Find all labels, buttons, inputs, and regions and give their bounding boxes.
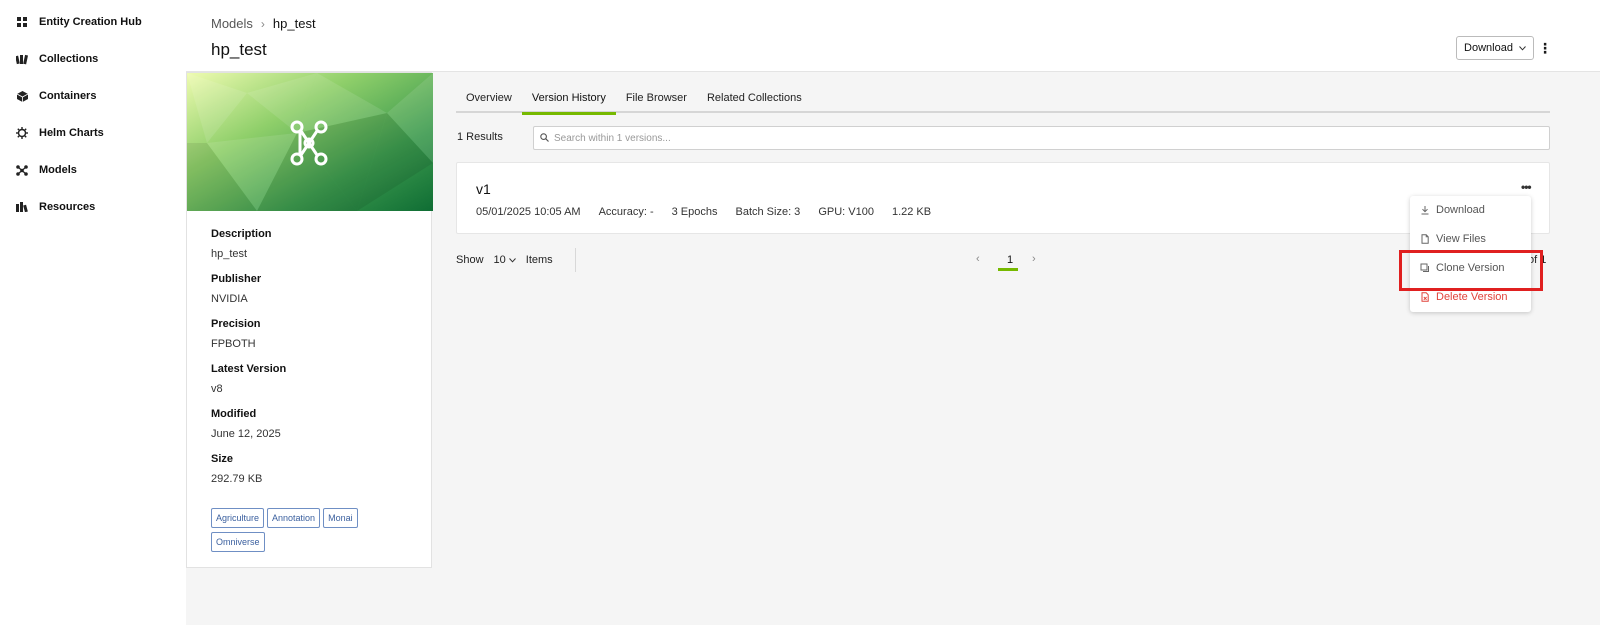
description-label: Description [211,228,272,240]
version-date: 05/01/2025 10:05 AM [476,206,581,218]
latest-version-label: Latest Version [211,363,287,375]
delete-icon [1420,292,1430,302]
sidebar-item-resources[interactable]: Resources [16,197,95,217]
search-box[interactable] [533,126,1550,150]
helm-icon [16,127,28,139]
sidebar-item-containers[interactable]: Containers [16,86,96,106]
sidebar-item-label: Helm Charts [39,127,104,139]
tag[interactable]: Omniverse [211,532,265,552]
size-value: 292.79 KB [211,473,263,485]
resources-icon [16,201,28,213]
sidebar-item-helm-charts[interactable]: Helm Charts [16,123,104,143]
version-metadata: 05/01/2025 10:05 AM Accuracy: - 3 Epochs… [476,206,931,218]
tab-overview[interactable]: Overview [456,86,522,113]
search-input[interactable] [554,132,1454,144]
latest-version-value: v8 [211,383,223,395]
sidebar-item-label: Containers [39,90,97,102]
items-label: Items [525,254,553,266]
chevron-down-icon [1519,42,1526,54]
menu-item-label: Download [1436,204,1485,216]
sidebar-item-collections[interactable]: Collections [16,49,98,69]
menu-item-label: View Files [1436,233,1486,245]
breadcrumb-current: hp_test [272,16,316,31]
tag[interactable]: Annotation [267,508,321,528]
publisher-value: NVIDIA [211,293,248,305]
breadcrumb-parent-link[interactable]: Models [211,16,253,31]
model-details: Description hp_test Publisher NVIDIA Pre… [211,228,421,498]
file-icon [1420,234,1430,244]
menu-item-view-files[interactable]: View Files [1420,229,1486,249]
page-header: Models › hp_test hp_test Download ⋮ [186,0,1600,72]
sidebar: Entity Creation Hub Collections Containe… [0,0,186,625]
search-icon [540,131,549,145]
collections-icon [16,53,28,65]
download-button-label: Download [1464,42,1513,54]
version-name: v1 [476,181,491,197]
version-size: 1.22 KB [891,206,932,218]
tab-bar: Overview Version History File Browser Re… [456,86,1550,115]
highlight-annotation [1399,250,1543,291]
tag[interactable]: Agriculture [211,508,265,528]
size-label: Size [211,453,234,465]
grid-icon [16,16,28,28]
next-page-icon[interactable]: › [1032,253,1036,265]
precision-value: FPBOTH [211,338,256,350]
sidebar-item-label: Entity Creation Hub [39,16,142,28]
menu-item-label: Delete Version [1436,291,1508,303]
divider [575,248,576,272]
page-size-value: 10 [493,254,506,266]
download-icon [1420,205,1430,215]
tag-list: Agriculture Annotation Monai Omniverse [211,508,411,552]
pagination-bar: Show 10 Items ‹ 1 › of 1 [456,248,1550,272]
page-size-control: Show 10 Items [456,254,553,266]
version-card: v1 05/01/2025 10:05 AM Accuracy: - 3 Epo… [456,162,1550,234]
breadcrumb: Models › hp_test [211,16,316,31]
description-value: hp_test [211,248,248,260]
modified-value: June 12, 2025 [211,428,281,440]
tab-version-history[interactable]: Version History [521,86,616,115]
tag[interactable]: Monai [323,508,358,528]
tab-file-browser[interactable]: File Browser [616,86,697,113]
publisher-label: Publisher [211,273,262,285]
results-count: 1 Results [457,131,503,143]
model-hero-image [187,73,433,211]
sidebar-item-models[interactable]: Models [16,160,77,180]
sidebar-item-label: Collections [39,53,99,65]
breadcrumb-separator: › [260,16,265,31]
page-number-1[interactable]: 1 [1004,254,1016,266]
version-accuracy: Accuracy: - [598,206,654,218]
chevron-down-icon [508,254,516,266]
download-button[interactable]: Download [1456,36,1534,60]
sidebar-item-label: Models [39,164,77,176]
menu-item-download[interactable]: Download [1420,200,1485,220]
model-info-card: Description hp_test Publisher NVIDIA Pre… [186,72,433,568]
version-batch-size: Batch Size: 3 [735,206,801,218]
precision-label: Precision [211,318,261,330]
prev-page-icon[interactable]: ‹ [976,253,980,265]
show-label: Show [456,254,484,266]
version-epochs: 3 Epochs [671,206,718,218]
more-options-icon[interactable]: ⋮ [1538,38,1552,58]
page-title: hp_test [211,40,267,59]
version-actions-icon[interactable]: ••• [1521,180,1532,194]
version-gpu: GPU: V100 [818,206,874,218]
modified-label: Modified [211,408,257,420]
current-page-indicator [998,268,1018,271]
tab-related-collections[interactable]: Related Collections [697,86,812,113]
cube-icon [16,90,28,102]
sidebar-item-entity-creation-hub[interactable]: Entity Creation Hub [16,12,142,32]
sidebar-item-label: Resources [39,201,96,213]
page-size-select[interactable]: 10 [494,254,516,266]
models-icon [16,164,28,176]
